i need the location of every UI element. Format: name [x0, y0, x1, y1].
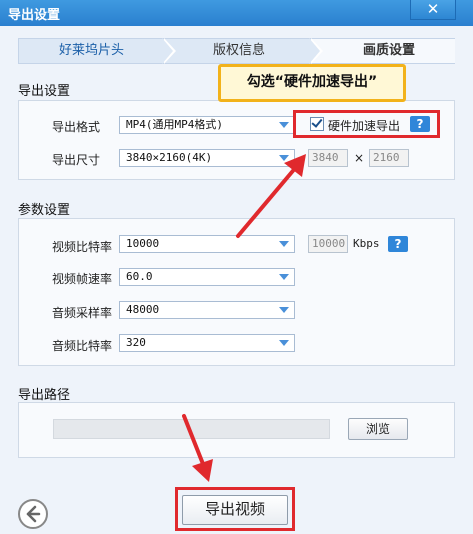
annotation-arrows [182, 154, 306, 482]
arrow-to-hw-accel [236, 154, 306, 238]
arrow-to-export [182, 414, 213, 482]
